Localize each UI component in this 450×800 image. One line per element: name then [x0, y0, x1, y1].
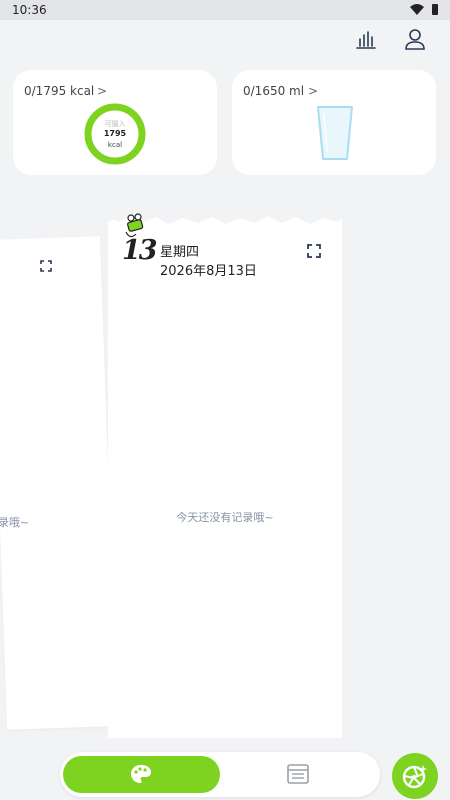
journal-list-icon[interactable]	[287, 764, 309, 784]
previous-empty-text: 录哦~	[0, 516, 30, 529]
user-profile-icon[interactable]	[403, 28, 427, 50]
status-time: 10:36	[12, 3, 47, 17]
weekday-label: 星期四	[160, 245, 200, 260]
water-cup-icon	[317, 106, 353, 160]
water-summary: 0/1650 ml	[243, 84, 305, 98]
shutter-sparkle-icon	[402, 765, 427, 789]
water-card[interactable]: 0/1650 ml >	[232, 70, 436, 175]
expand-icon[interactable]	[40, 260, 52, 272]
battery-icon	[432, 4, 438, 15]
camera-ai-button[interactable]	[392, 753, 438, 799]
chevron-right-icon: >	[308, 84, 319, 98]
previous-day-card[interactable]	[0, 236, 118, 730]
expand-icon[interactable]	[307, 244, 321, 258]
calorie-summary: 0/1795 kcal	[24, 84, 95, 98]
wifi-icon	[410, 4, 424, 15]
ring-value: 1795	[103, 129, 127, 138]
ring-label: 可摄入	[104, 120, 126, 128]
day-number: 13	[122, 235, 158, 266]
statistics-icon[interactable]	[354, 28, 378, 50]
ring-unit: kcal	[107, 141, 123, 149]
palette-icon[interactable]	[130, 764, 152, 784]
date-label: 2026年8月13日	[160, 264, 257, 279]
diary-card[interactable]	[108, 228, 342, 738]
chevron-right-icon: >	[97, 84, 108, 98]
status-bar: 10:36	[0, 0, 450, 20]
calorie-card[interactable]: 0/1795 kcal > 可摄入 1795 kcal	[13, 70, 217, 175]
calorie-ring: 可摄入 1795 kcal	[83, 102, 147, 166]
empty-state-text: 今天还没有记录哦~	[176, 511, 274, 524]
